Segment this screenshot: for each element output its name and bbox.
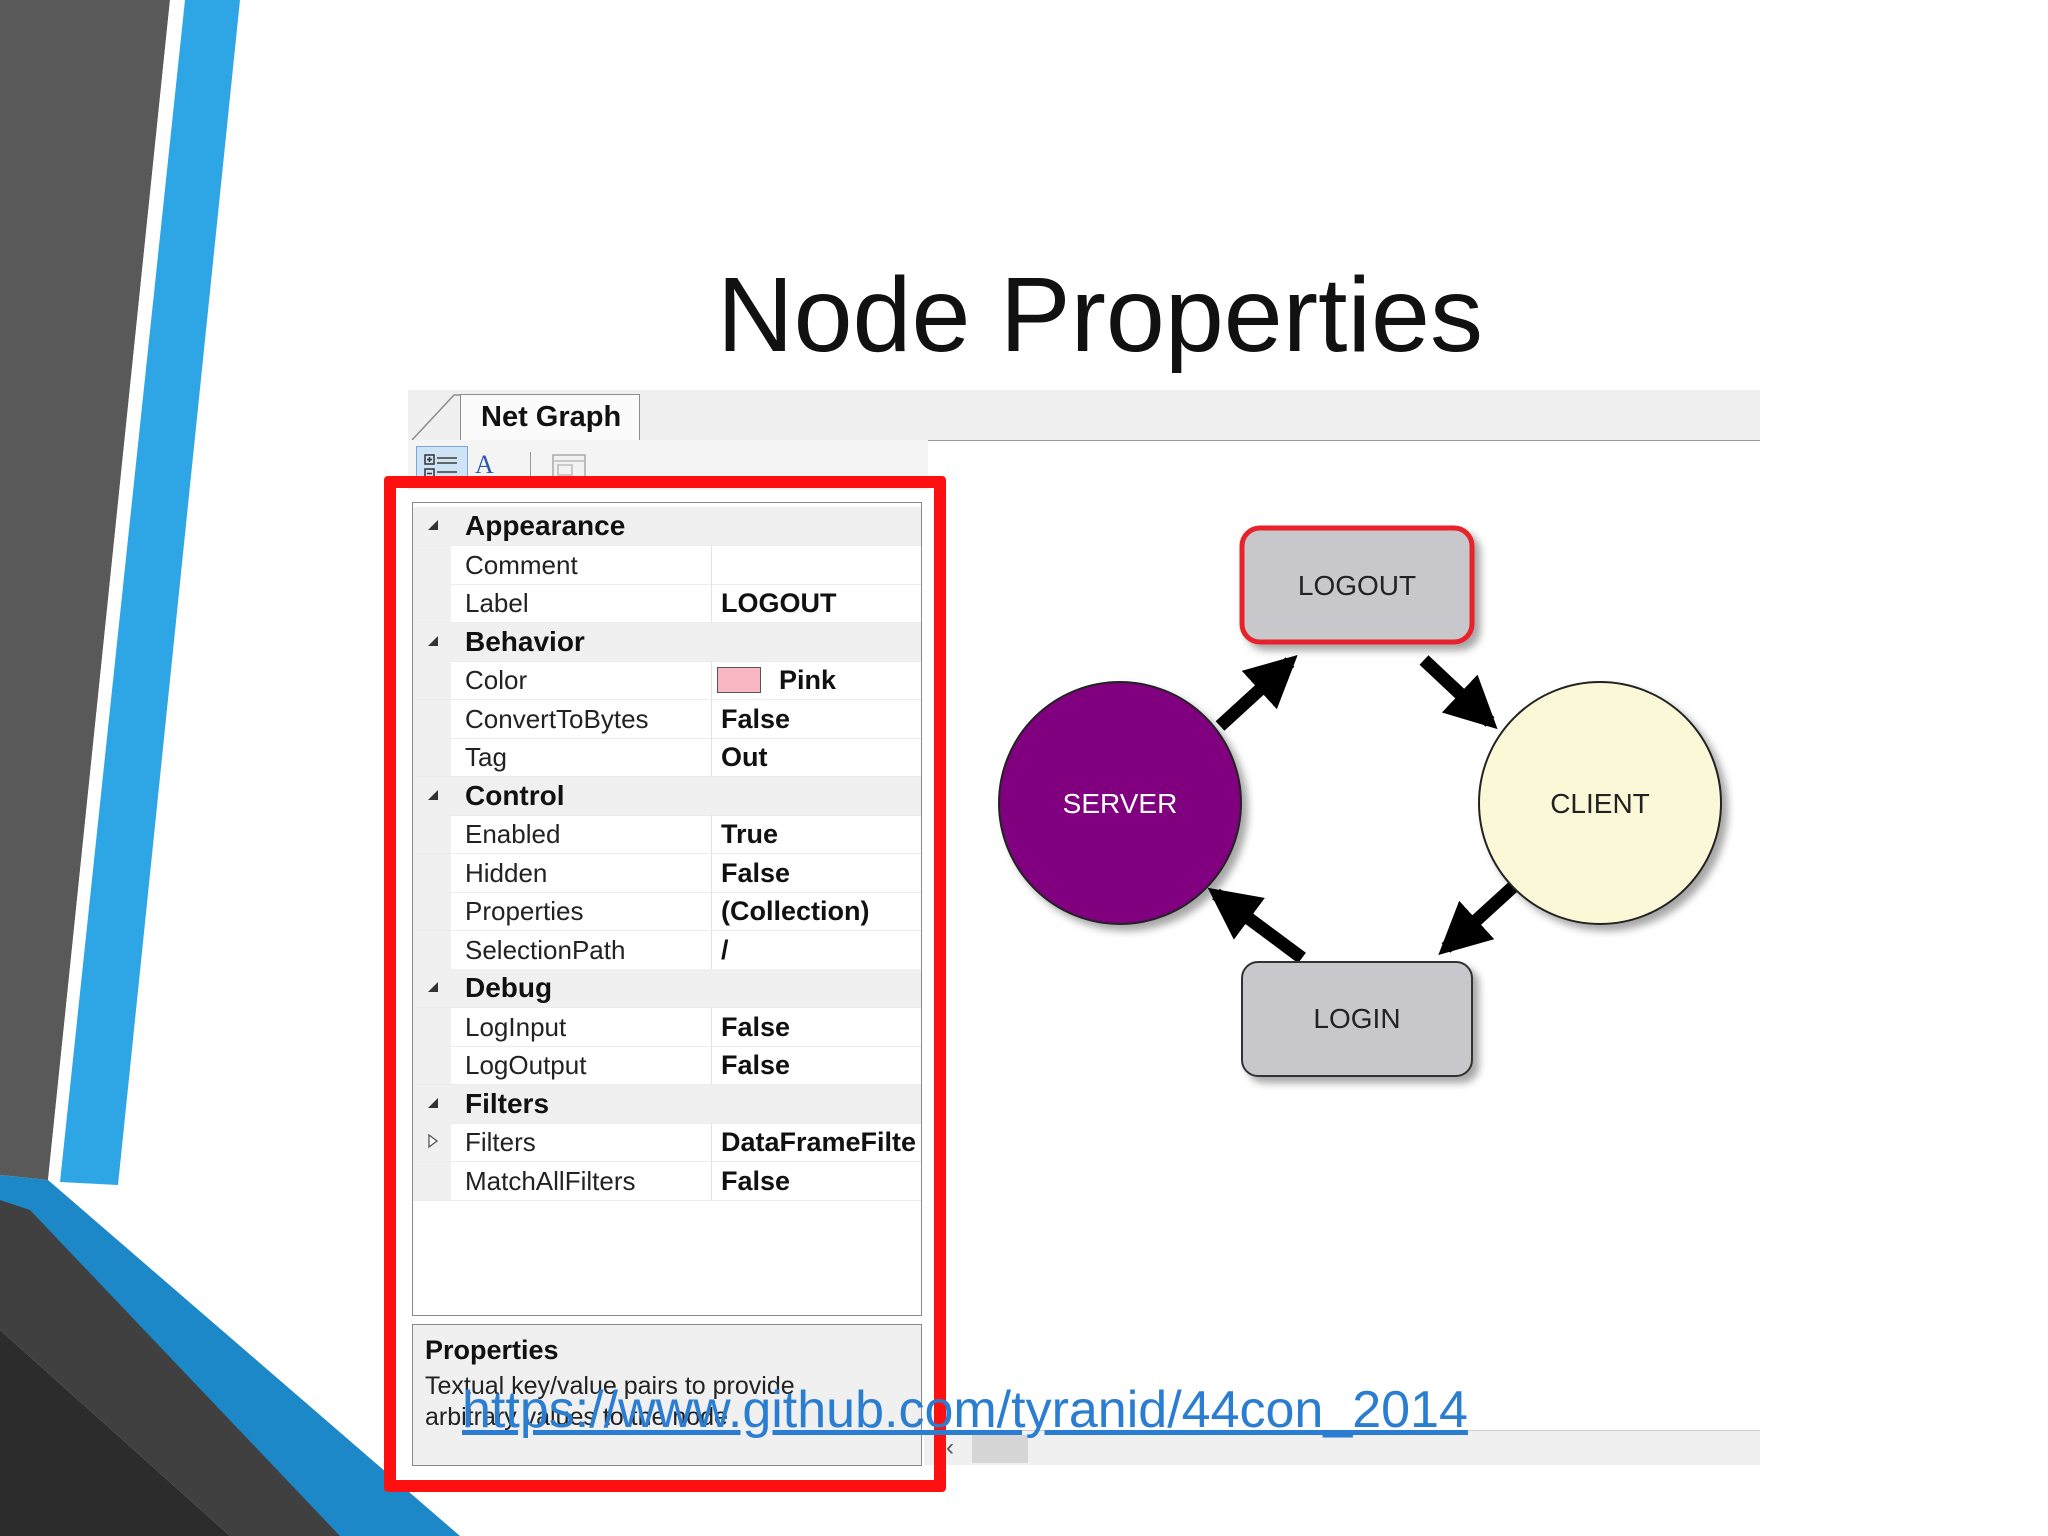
node-logout-label: LOGOUT	[1298, 570, 1416, 601]
node-login[interactable]: LOGIN	[1241, 961, 1473, 1077]
node-login-label: LOGIN	[1313, 1003, 1400, 1034]
edge-logout-client	[1419, 655, 1498, 730]
slide-title: Node Properties	[717, 256, 1483, 374]
tab-net-graph[interactable]: Net Graph	[460, 394, 641, 441]
node-client[interactable]: CLIENT	[1478, 681, 1722, 925]
net-graph-diagram: LOGOUT SERVER CLIENT LOGIN	[998, 525, 1722, 1077]
node-server[interactable]: SERVER	[998, 681, 1242, 925]
node-client-label: CLIENT	[1550, 788, 1650, 819]
tab-edge	[411, 394, 464, 440]
node-logout[interactable]: LOGOUT	[1239, 525, 1475, 645]
highlight-frame	[384, 476, 946, 1492]
edge-server-logout	[1215, 654, 1298, 731]
github-link[interactable]: https://www.github.com/tyranid/44con_201…	[462, 1380, 1468, 1440]
edge-client-login	[1438, 881, 1519, 956]
document-tab-bar: Net Graph	[408, 390, 1760, 441]
alphabetical-icon: A	[475, 450, 494, 479]
node-server-label: SERVER	[1063, 788, 1178, 819]
edge-login-server	[1207, 887, 1306, 964]
